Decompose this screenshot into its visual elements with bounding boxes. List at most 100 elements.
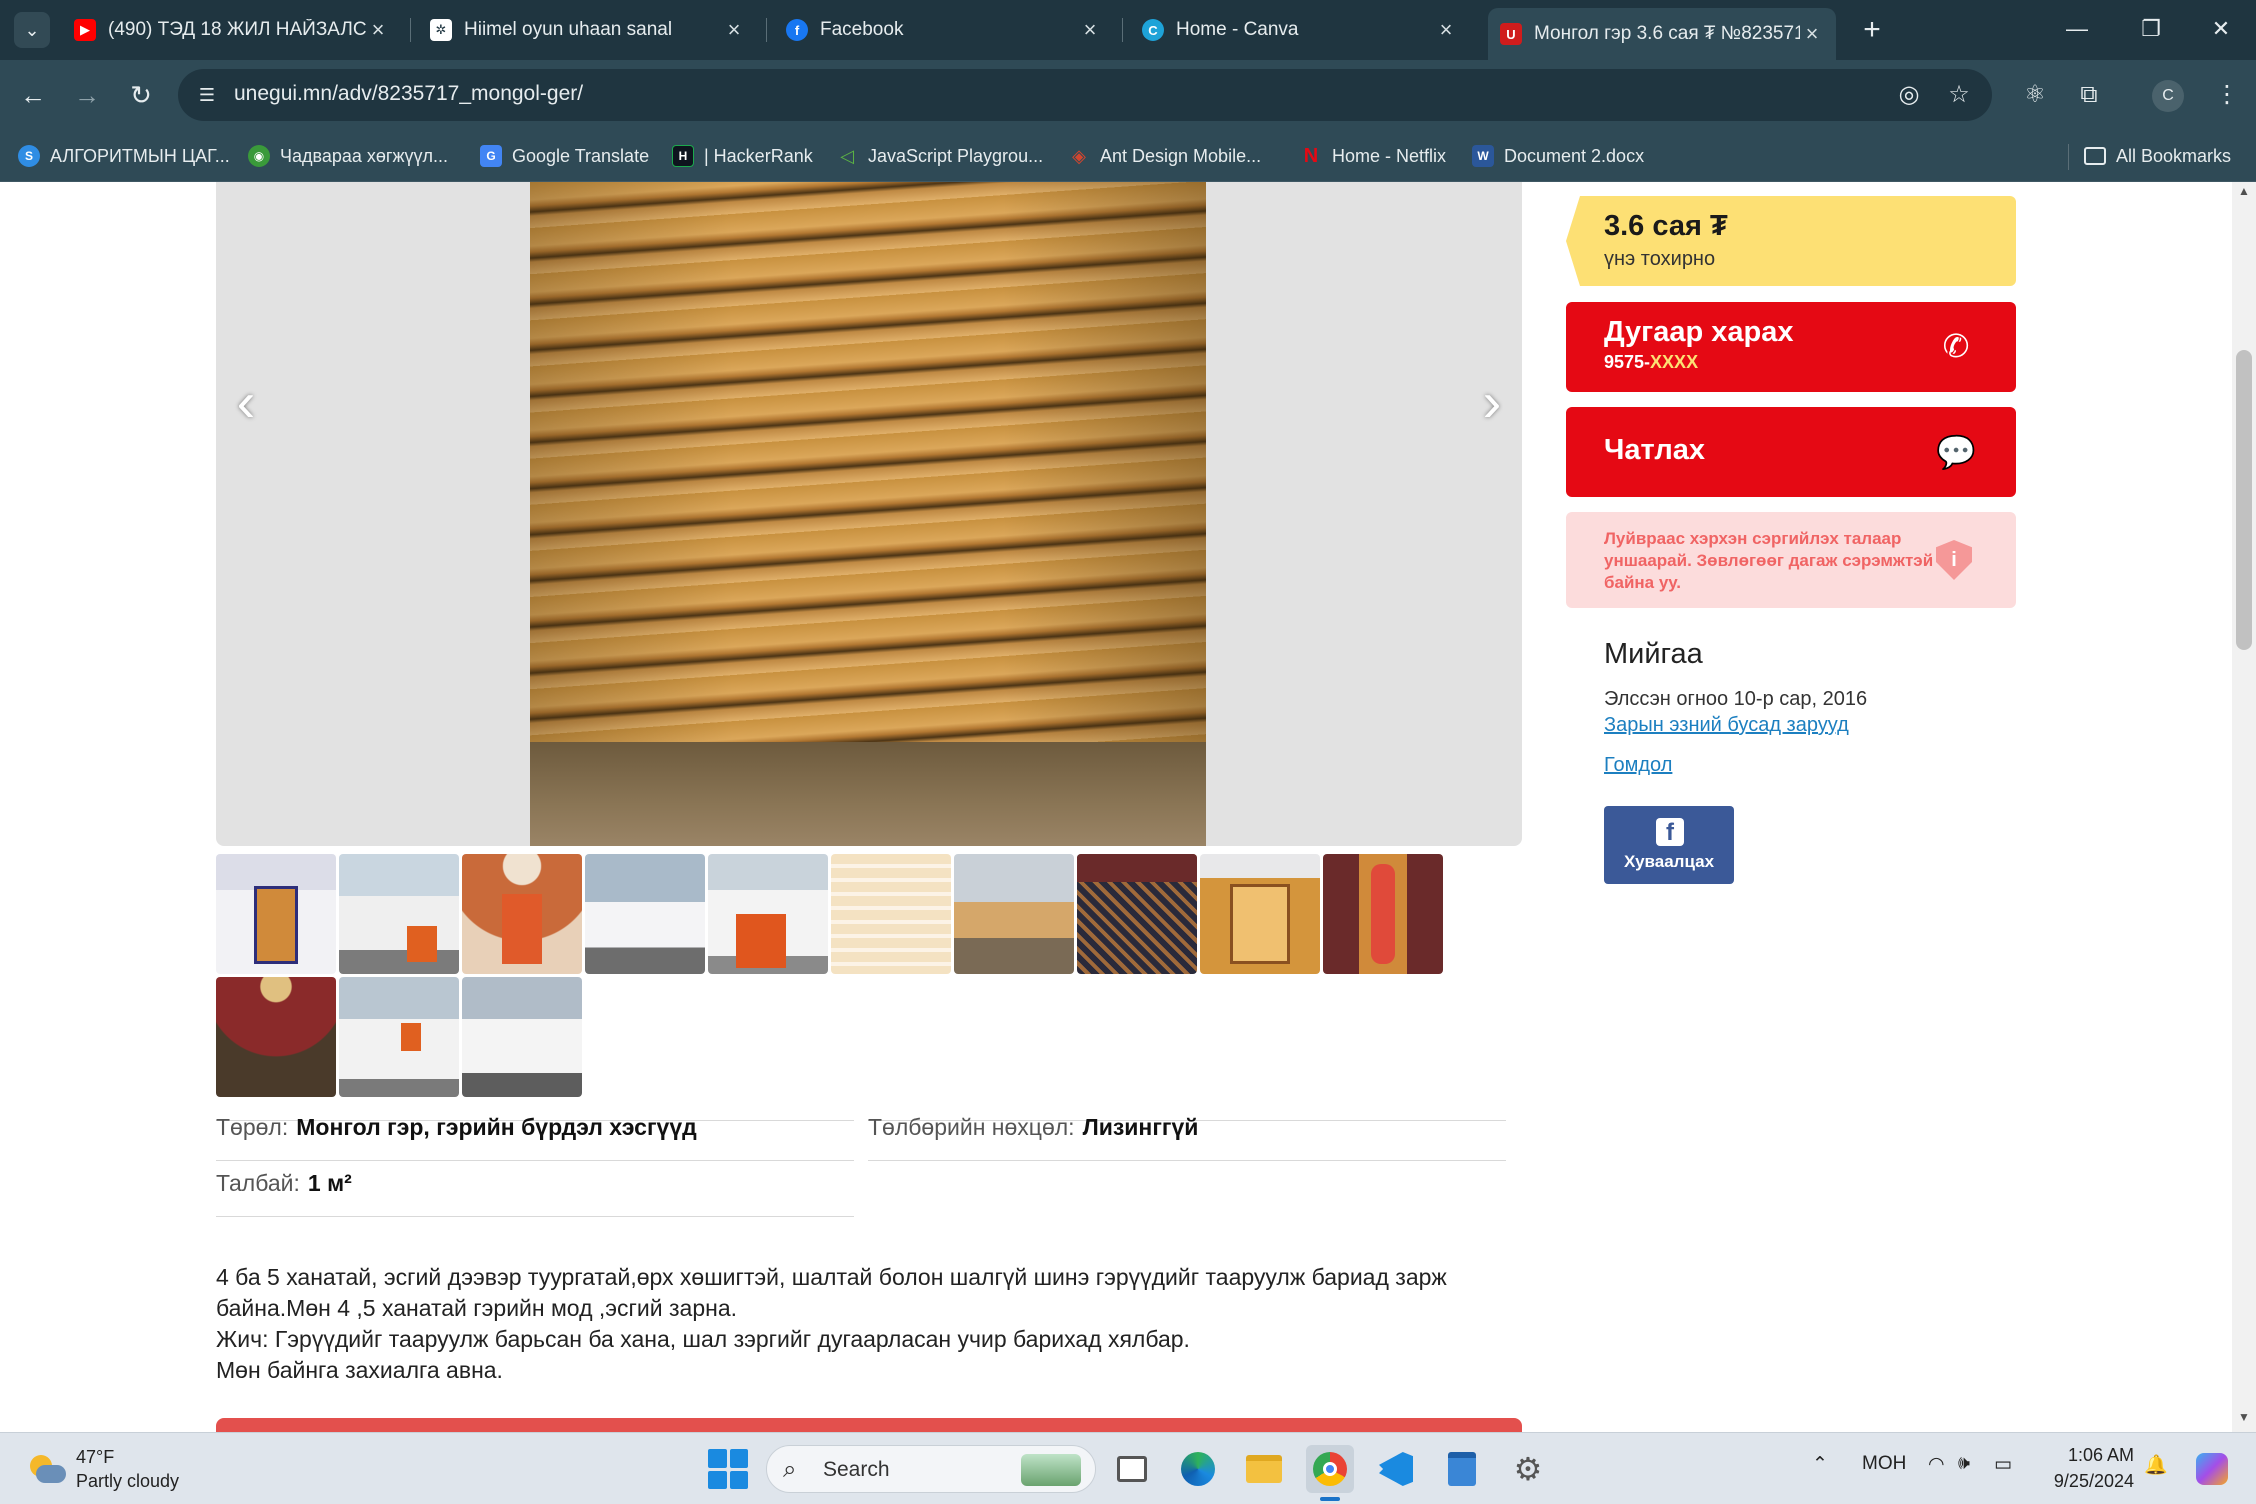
- profile-avatar[interactable]: C: [2152, 80, 2184, 112]
- chevron-up-icon[interactable]: ⌃: [1812, 1453, 1828, 1476]
- thumbnail[interactable]: [1323, 854, 1443, 974]
- facebook-share-button[interactable]: f Хуваалцах: [1604, 806, 1734, 884]
- tab-canva[interactable]: C Home - Canva ×: [1130, 8, 1470, 52]
- bookmark-label: Ant Design Mobile...: [1100, 145, 1262, 166]
- vscode-icon[interactable]: [1372, 1445, 1420, 1493]
- thumbnail[interactable]: [339, 977, 459, 1097]
- address-bar[interactable]: ☰ unegui.mn/adv/8235717_mongol-ger/ ◎ ☆: [178, 69, 1992, 121]
- door-shape: [401, 1023, 421, 1051]
- thumbnail[interactable]: [462, 977, 582, 1097]
- chatgpt-icon: ✲: [430, 19, 452, 41]
- battery-icon[interactable]: ▭: [1994, 1453, 2012, 1476]
- all-bookmarks[interactable]: All Bookmarks: [2084, 142, 2231, 170]
- close-icon[interactable]: ×: [1434, 17, 1458, 43]
- volume-icon[interactable]: 🕪: [1958, 1453, 1970, 1475]
- language-indicator[interactable]: МОН: [1862, 1453, 1906, 1475]
- weather-icon[interactable]: [26, 1449, 66, 1489]
- scroll-up-arrow[interactable]: ▲: [2232, 184, 2256, 204]
- minimize-button[interactable]: —: [2040, 0, 2114, 60]
- tab-title: Монгол гэр 3.6 сая ₮ №8235717: [1534, 23, 1800, 44]
- scroll-thumb[interactable]: [2236, 350, 2252, 650]
- vscode-shape: [1379, 1452, 1413, 1486]
- thumbnail[interactable]: [1200, 854, 1320, 974]
- star-icon[interactable]: ☆: [1944, 80, 1974, 110]
- reload-button[interactable]: ↻: [120, 74, 162, 116]
- divider: [216, 1160, 854, 1161]
- active-app-indicator: [1320, 1497, 1340, 1501]
- taskbar-search[interactable]: ⌕ Search: [766, 1445, 1096, 1493]
- chat-button[interactable]: Чатлах 💬: [1566, 407, 2016, 497]
- close-icon[interactable]: ×: [366, 17, 390, 43]
- task-view-icon[interactable]: [1108, 1445, 1156, 1493]
- red-banner[interactable]: [216, 1418, 1522, 1432]
- tab-facebook[interactable]: f Facebook ×: [774, 8, 1114, 52]
- chevron-left-icon[interactable]: ‹: [216, 362, 276, 442]
- more-menu-icon[interactable]: ⋮: [2208, 76, 2246, 114]
- complaint-link[interactable]: Гомдол: [1604, 754, 1672, 777]
- bookmark-js-playground[interactable]: ◁ JavaScript Playgrou...: [836, 142, 1043, 170]
- tab-unegui[interactable]: U Монгол гэр 3.6 сая ₮ №8235717 ×: [1488, 8, 1836, 60]
- scroll-down-arrow[interactable]: ▼: [2232, 1410, 2256, 1430]
- door-shape: [502, 894, 542, 964]
- weather-description[interactable]: Partly cloudy: [76, 1471, 179, 1492]
- tab-chatgpt[interactable]: ✲ Hiimel oyun uhaan sanal ×: [418, 8, 758, 52]
- bookmark-document[interactable]: W Document 2.docx: [1472, 142, 1644, 170]
- pillar-shape: [1371, 864, 1395, 964]
- thumbnail[interactable]: [462, 854, 582, 974]
- facebook-icon: f: [1656, 818, 1684, 846]
- extension-ai-icon[interactable]: ⚛: [2016, 76, 2054, 114]
- url-text[interactable]: unegui.mn/adv/8235717_mongol-ger/: [234, 82, 583, 106]
- windows-start-icon[interactable]: [708, 1449, 748, 1489]
- bookmark-chadvar[interactable]: ◉ Чадвараа хөгжүүл...: [248, 142, 448, 170]
- copilot-icon[interactable]: [2192, 1449, 2232, 1489]
- fraud-warning[interactable]: Луйвраас хэрхэн сэргийлэх талаар уншаара…: [1566, 512, 2016, 608]
- notepad-shape: [1448, 1452, 1476, 1486]
- wifi-icon[interactable]: ◠: [1928, 1453, 1945, 1476]
- seller-name: Мийгаа: [1604, 638, 1703, 670]
- search-highlight-art: [1021, 1454, 1081, 1486]
- forward-button[interactable]: →: [66, 74, 108, 116]
- settings-gear-icon[interactable]: ⚙: [1504, 1445, 1552, 1493]
- thumbnail[interactable]: [1077, 854, 1197, 974]
- thumbnail-selected[interactable]: [831, 854, 951, 974]
- thumbnail[interactable]: [216, 977, 336, 1097]
- bookmark-ant-design[interactable]: ◈ Ant Design Mobile...: [1068, 142, 1261, 170]
- thumbnail[interactable]: [339, 854, 459, 974]
- clock-time[interactable]: 1:06 AM: [2064, 1445, 2134, 1466]
- thumbnail[interactable]: [585, 854, 705, 974]
- bookmark-netflix[interactable]: N Home - Netflix: [1300, 142, 1446, 170]
- extensions-icon[interactable]: ⧉: [2070, 76, 2108, 114]
- notification-bell-icon[interactable]: 🔔: [2144, 1453, 2168, 1477]
- chrome-icon[interactable]: [1306, 1445, 1354, 1493]
- eye-off-icon[interactable]: ◎: [1894, 80, 1924, 110]
- bookmark-google-translate[interactable]: G Google Translate: [480, 142, 649, 170]
- close-window-button[interactable]: ✕: [2184, 0, 2256, 60]
- thumbnail[interactable]: [216, 854, 336, 974]
- close-icon[interactable]: ×: [1078, 17, 1102, 43]
- description-line: Жич: Гэрүүдийг тааруулж барьсан ба хана,…: [216, 1326, 1190, 1352]
- other-ads-link[interactable]: Зарын эзний бусад зарууд: [1604, 714, 1849, 737]
- show-phone-button[interactable]: Дугаар харах 9575-XXXX ✆: [1566, 302, 2016, 392]
- bookmark-algorithm[interactable]: S АЛГОРИТМЫН ЦАГ...: [18, 142, 230, 170]
- clock-date[interactable]: 9/25/2024: [2036, 1471, 2134, 1492]
- restore-button[interactable]: ❐: [2114, 0, 2188, 60]
- site-info-icon[interactable]: ☰: [194, 82, 220, 108]
- weather-temperature[interactable]: 47°F: [76, 1447, 114, 1468]
- all-bookmarks-label: All Bookmarks: [2116, 145, 2232, 166]
- bookmark-hackerrank[interactable]: H | HackerRank: [672, 142, 813, 170]
- close-icon[interactable]: ×: [1800, 21, 1824, 47]
- close-icon[interactable]: ×: [722, 17, 746, 43]
- bookmark-label: Home - Netflix: [1332, 145, 1447, 166]
- thumbnail[interactable]: [954, 854, 1074, 974]
- edge-icon[interactable]: [1174, 1445, 1222, 1493]
- thumbnail[interactable]: [708, 854, 828, 974]
- page-scrollbar[interactable]: ▲ ▼: [2232, 182, 2256, 1432]
- file-explorer-icon[interactable]: [1240, 1445, 1288, 1493]
- tab-youtube[interactable]: ▶ (490) ТЭД 18 ЖИЛ НАЙЗАЛСАН ×: [62, 8, 402, 52]
- new-tab-button[interactable]: +: [1852, 10, 1892, 50]
- main-photo[interactable]: [530, 182, 1206, 846]
- tab-search-button[interactable]: ⌄: [14, 12, 50, 48]
- chevron-right-icon[interactable]: ›: [1462, 362, 1522, 442]
- back-button[interactable]: ←: [12, 74, 54, 116]
- notepad-icon[interactable]: [1438, 1445, 1486, 1493]
